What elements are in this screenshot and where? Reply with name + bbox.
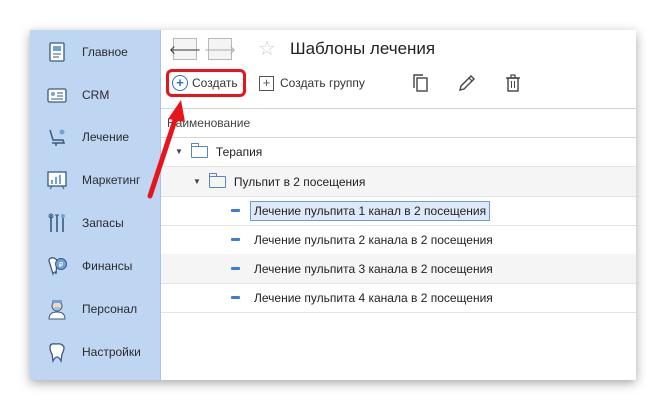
annotation-arrow: [147, 100, 185, 199]
